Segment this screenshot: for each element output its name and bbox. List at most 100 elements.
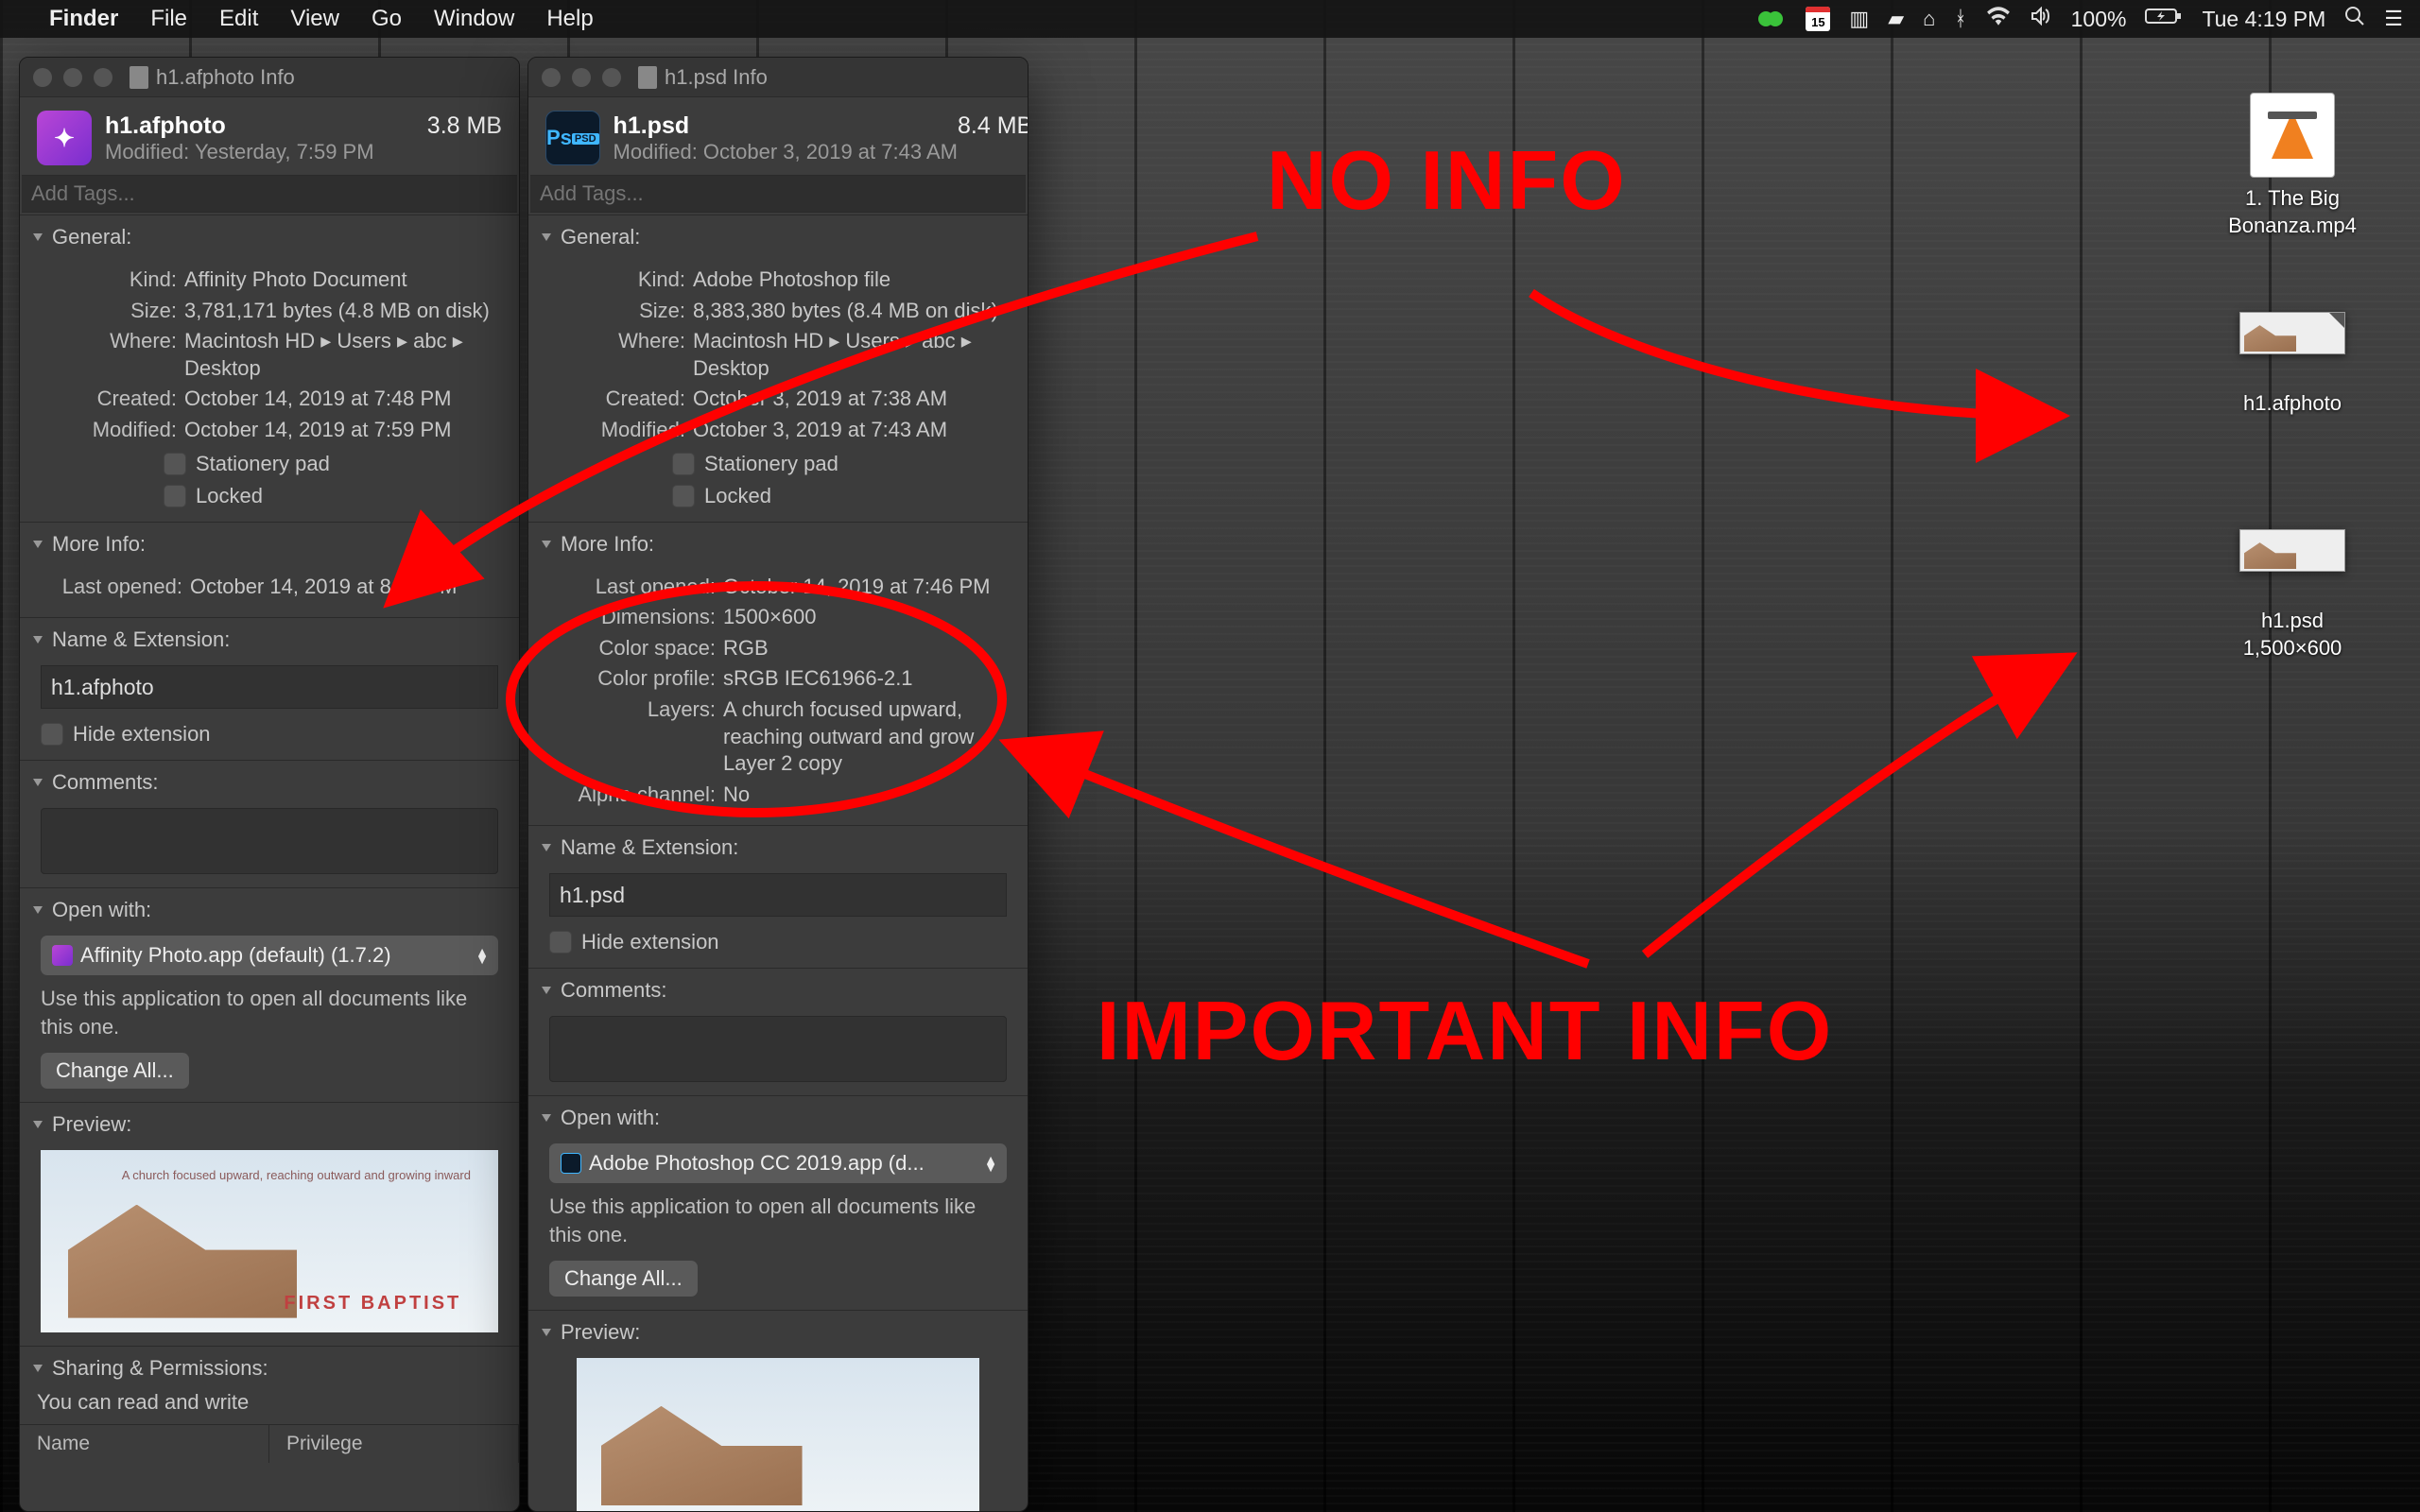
battery-menu-icon[interactable]: ▥ [1849, 7, 1869, 31]
disclosure-icon [542, 541, 551, 548]
titlebar[interactable]: h1.psd Info [528, 58, 1028, 97]
app-icon [561, 1153, 581, 1174]
section-general[interactable]: General: [528, 215, 1028, 259]
file-type-icon: PsPSD [545, 111, 600, 165]
sharing-text: You can read and write [20, 1390, 519, 1424]
locked-checkbox[interactable] [672, 485, 695, 507]
where-value: Macintosh HD ▸ Users ▸ abc ▸ Desktop [184, 328, 498, 382]
file-name: h1.psd [614, 112, 958, 140]
section-sharing[interactable]: Sharing & Permissions: [20, 1347, 519, 1390]
stationery-checkbox[interactable] [164, 453, 186, 475]
desktop-icon-afphoto[interactable]: h1.afphoto [2212, 312, 2373, 418]
stationery-checkbox[interactable] [672, 453, 695, 475]
size-value: 8,383,380 bytes (8.4 MB on disk) [693, 298, 1007, 325]
disclosure-icon [542, 1329, 551, 1336]
layers-value: A church focused upward, reaching outwar… [723, 696, 1007, 778]
hide-ext-checkbox[interactable] [41, 723, 63, 746]
volume-icon[interactable] [2030, 7, 2052, 31]
created-value: October 3, 2019 at 7:38 AM [693, 386, 1007, 413]
disclosure-icon [33, 1365, 43, 1372]
colorspace-value: RGB [723, 635, 1007, 662]
menu-file[interactable]: File [150, 6, 187, 32]
section-general[interactable]: General: [20, 215, 519, 259]
disclosure-icon [542, 233, 551, 241]
desktop-icon-psd[interactable]: h1.psd 1,500×600 [2212, 529, 2373, 662]
desktop-icon-video[interactable]: 1. The Big Bonanza.mp4 [2212, 93, 2373, 239]
section-open-with[interactable]: Open with: [20, 888, 519, 932]
section-comments[interactable]: Comments: [20, 761, 519, 804]
section-preview[interactable]: Preview: [528, 1311, 1028, 1354]
zoom-icon[interactable] [602, 68, 621, 87]
section-name-ext[interactable]: Name & Extension: [20, 618, 519, 662]
colorprofile-value: sRGB IEC61966-2.1 [723, 665, 1007, 693]
tags-input[interactable] [530, 175, 1026, 213]
document-icon [130, 66, 148, 89]
menu-window[interactable]: Window [434, 6, 514, 32]
comments-textarea[interactable] [549, 1016, 1007, 1082]
app-icon [52, 945, 73, 966]
comments-textarea[interactable] [41, 808, 498, 874]
close-icon[interactable] [542, 68, 561, 87]
change-all-button[interactable]: Change All... [41, 1053, 189, 1089]
desktop-icon-label: h1.afphoto [2212, 390, 2373, 418]
section-more-info[interactable]: More Info: [528, 523, 1028, 566]
disclosure-icon [33, 233, 43, 241]
disclosure-icon [542, 1114, 551, 1122]
desktop-icon-label: 1. The Big Bonanza.mp4 [2212, 185, 2373, 239]
minimize-icon[interactable] [572, 68, 591, 87]
last-opened-value: October 14, 2019 at 8:06 PM [190, 574, 498, 601]
minimize-icon[interactable] [63, 68, 82, 87]
sharing-table-header: Name Privilege [20, 1424, 519, 1463]
filename-input[interactable] [41, 665, 498, 709]
menu-edit[interactable]: Edit [219, 6, 258, 32]
menu-help[interactable]: Help [546, 6, 593, 32]
menu-go[interactable]: Go [372, 6, 402, 32]
display-icon[interactable]: ▰ [1888, 7, 1904, 31]
control-center-icon[interactable]: ☰ [2384, 7, 2403, 31]
status-icon[interactable] [1758, 9, 1787, 28]
airplay-icon[interactable]: ⌂ [1923, 7, 1935, 31]
chevron-updown-icon: ▲▼ [984, 1156, 997, 1171]
file-size: 3.8 MB [427, 111, 502, 140]
info-window-afphoto: h1.afphoto Info ✦ h1.afphoto Modified: Y… [19, 57, 520, 1512]
modified-value: October 3, 2019 at 7:43 AM [693, 417, 1007, 444]
last-opened-value: October 14, 2019 at 7:46 PM [723, 574, 1007, 601]
preview-image [577, 1358, 979, 1512]
bluetooth-icon[interactable]: ᚼ [1954, 7, 1966, 31]
section-comments[interactable]: Comments: [528, 969, 1028, 1012]
window-title: h1.afphoto Info [156, 65, 295, 90]
tags-input[interactable] [22, 175, 517, 213]
open-with-select[interactable]: Adobe Photoshop CC 2019.app (d...▲▼ [549, 1143, 1007, 1183]
section-open-with[interactable]: Open with: [528, 1096, 1028, 1140]
desktop-icon-label: h1.psd [2212, 608, 2373, 635]
kind-value: Adobe Photoshop file [693, 266, 1007, 294]
menubar: Finder File Edit View Go Window Help 15 … [0, 0, 2420, 38]
kind-value: Affinity Photo Document [184, 266, 498, 294]
zoom-icon[interactable] [94, 68, 112, 87]
menu-view[interactable]: View [290, 6, 339, 32]
section-more-info[interactable]: More Info: [20, 523, 519, 566]
modified-line: Modified: October 3, 2019 at 7:43 AM [614, 140, 958, 164]
change-all-button[interactable]: Change All... [549, 1261, 698, 1297]
titlebar[interactable]: h1.afphoto Info [20, 58, 519, 97]
alpha-value: No [723, 782, 1007, 809]
info-window-psd: h1.psd Info PsPSD h1.psd Modified: Octob… [527, 57, 1028, 1512]
locked-checkbox[interactable] [164, 485, 186, 507]
open-with-select[interactable]: Affinity Photo.app (default) (1.7.2)▲▼ [41, 936, 498, 975]
file-name: h1.afphoto [105, 112, 427, 140]
preview-image: A church focused upward, reaching outwar… [41, 1150, 498, 1333]
section-name-ext[interactable]: Name & Extension: [528, 826, 1028, 869]
spotlight-icon[interactable] [2344, 6, 2365, 32]
disclosure-icon [542, 844, 551, 851]
filename-input[interactable] [549, 873, 1007, 917]
section-preview[interactable]: Preview: [20, 1103, 519, 1146]
close-icon[interactable] [33, 68, 52, 87]
hide-ext-checkbox[interactable] [549, 931, 572, 954]
created-value: October 14, 2019 at 7:48 PM [184, 386, 498, 413]
battery-percent[interactable]: 100% [2071, 7, 2127, 32]
menubar-clock[interactable]: Tue 4:19 PM [2202, 7, 2325, 32]
menubar-app-name[interactable]: Finder [49, 6, 118, 32]
battery-icon[interactable] [2145, 7, 2183, 31]
wifi-icon[interactable] [1986, 7, 2011, 31]
calendar-icon[interactable]: 15 [1806, 7, 1830, 31]
